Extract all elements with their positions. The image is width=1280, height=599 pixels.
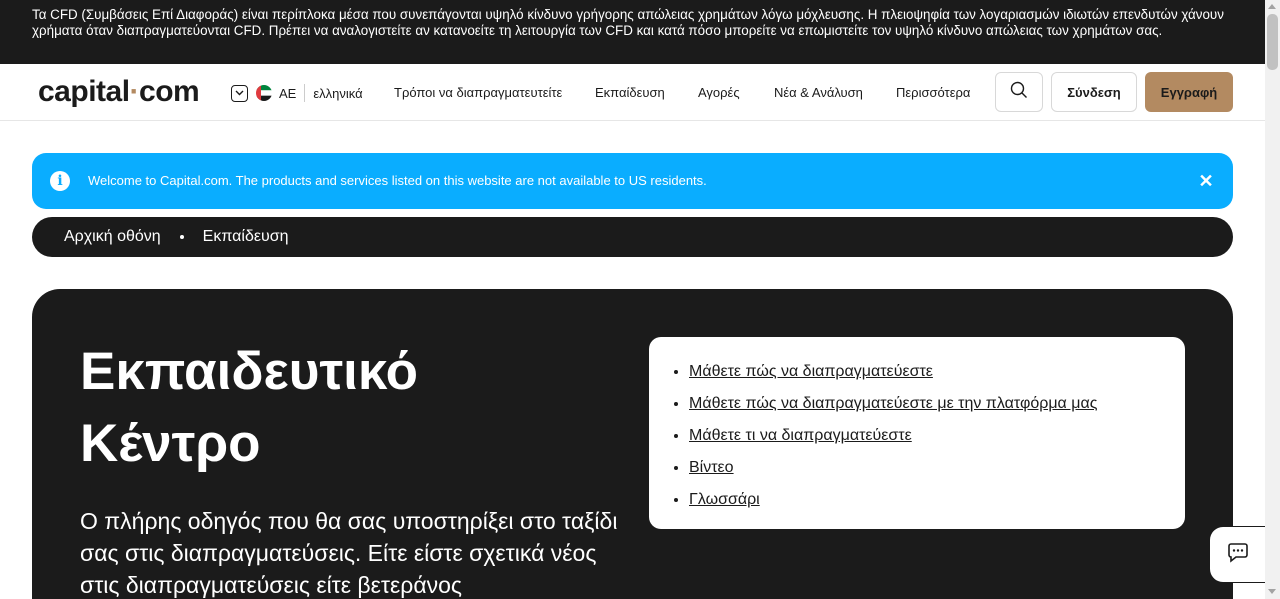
scrollbar-thumb[interactable] xyxy=(1267,14,1278,70)
chat-button[interactable] xyxy=(1209,526,1265,583)
nav-news-analysis[interactable]: Νέα & Ανάλυση xyxy=(774,85,863,100)
risk-warning-text: Τα CFD (Συμβάσεις Επί Διαφοράς) είναι πε… xyxy=(32,7,1224,38)
logo-dot: · xyxy=(129,75,140,108)
page-scrollbar[interactable] xyxy=(1265,0,1280,599)
list-item: Γλωσσάρι xyxy=(689,484,1185,516)
breadcrumb-current: Εκπαίδευση xyxy=(202,228,289,245)
hero-lead-text: Ο πλήρης οδηγός που θα σας υποστηρίξει σ… xyxy=(80,508,618,598)
nav-education[interactable]: Εκπαίδευση xyxy=(595,85,665,100)
list-item: Μάθετε τι να διαπραγματεύεστε xyxy=(689,420,1185,452)
education-links-card: Μάθετε πώς να διαπραγματεύεστε Μάθετε πώ… xyxy=(649,337,1185,529)
site-header: capital·com AE ελληνικά Τρόποι να διαπρα… xyxy=(0,64,1265,121)
breadcrumb: Αρχική οθόνη Εκπαίδευση xyxy=(32,217,1233,257)
list-item: Μάθετε πώς να διαπραγματεύεστε xyxy=(689,356,1185,388)
nav-ways-to-trade[interactable]: Τρόποι να διαπραγματευτείτε xyxy=(394,85,562,100)
login-button[interactable]: Σύνδεση xyxy=(1051,72,1137,112)
breadcrumb-separator xyxy=(179,235,184,239)
scroll-up-arrow-icon[interactable] xyxy=(1268,4,1276,9)
page: Τα CFD (Συμβάσεις Επί Διαφοράς) είναι πε… xyxy=(0,0,1280,599)
list-item: Βίντεο xyxy=(689,452,1185,484)
risk-warning-banner: Τα CFD (Συμβάσεις Επί Διαφοράς) είναι πε… xyxy=(0,0,1265,64)
scroll-down-arrow-icon[interactable] xyxy=(1268,589,1276,594)
nav-more[interactable]: Περισσότερα xyxy=(896,85,970,100)
welcome-notice: i Welcome to Capital.com. The products a… xyxy=(32,153,1233,209)
title-line-1: Εκπαιδευτικό xyxy=(80,342,419,401)
education-links-list: Μάθετε πώς να διαπραγματεύεστε Μάθετε πώ… xyxy=(689,356,1185,516)
nav-markets[interactable]: Αγορές xyxy=(698,85,740,100)
search-button[interactable] xyxy=(995,72,1043,112)
logo-text-left: capital xyxy=(38,75,130,108)
list-item: Μάθετε πώς να διαπραγματεύεστε με την πλ… xyxy=(689,388,1185,420)
close-icon[interactable]: ✕ xyxy=(1195,170,1217,192)
link-videos[interactable]: Βίντεο xyxy=(689,459,734,476)
link-what-to-trade[interactable]: Μάθετε τι να διαπραγματεύεστε xyxy=(689,427,912,444)
link-learn-to-trade[interactable]: Μάθετε πώς να διαπραγματεύεστε xyxy=(689,363,933,380)
region-language-selector[interactable]: AE ελληνικά xyxy=(231,84,363,102)
language-label[interactable]: ελληνικά xyxy=(313,86,362,101)
divider xyxy=(304,84,306,102)
chevron-down-icon[interactable] xyxy=(231,84,248,102)
page-title: Εκπαιδευτικό Κέντρο xyxy=(80,336,600,480)
capital-com-logo[interactable]: capital·com xyxy=(38,75,200,109)
signup-button[interactable]: Εγγραφή xyxy=(1145,72,1233,112)
link-learn-platform[interactable]: Μάθετε πώς να διαπραγματεύεστε με την πλ… xyxy=(689,395,1097,412)
uae-flag-icon xyxy=(256,85,272,101)
notice-message: Welcome to Capital.com. The products and… xyxy=(88,173,707,188)
education-hero: Εκπαιδευτικό Κέντρο Ο πλήρης οδηγός που … xyxy=(32,289,1233,599)
breadcrumb-home[interactable]: Αρχική οθόνη xyxy=(64,228,161,246)
chat-icon xyxy=(1227,541,1249,568)
region-code[interactable]: AE xyxy=(279,86,296,101)
logo-text-right: com xyxy=(139,75,200,108)
link-glossary[interactable]: Γλωσσάρι xyxy=(689,491,760,508)
search-icon xyxy=(1010,81,1028,104)
title-line-2: Κέντρο xyxy=(80,414,261,473)
info-icon: i xyxy=(50,171,70,191)
